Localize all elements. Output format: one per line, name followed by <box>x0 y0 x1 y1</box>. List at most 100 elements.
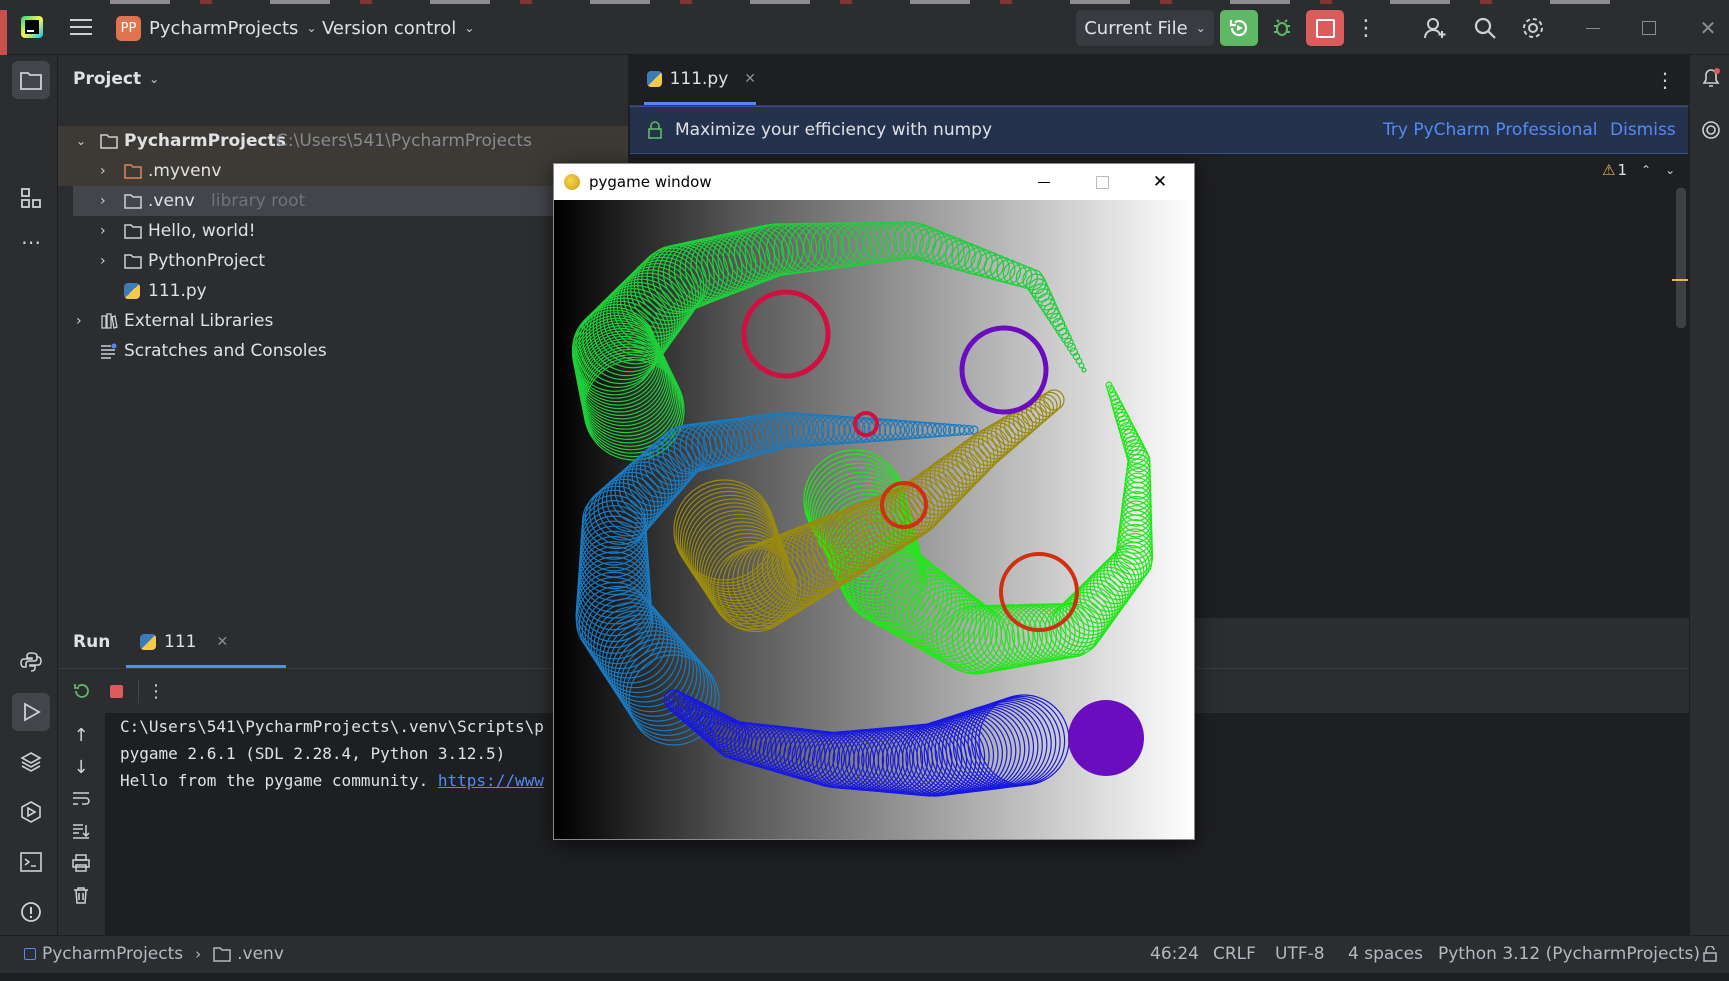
problems-icon[interactable] <box>12 893 50 931</box>
chevron-right-icon[interactable]: › <box>76 313 82 329</box>
stop-button[interactable] <box>1306 10 1344 46</box>
scroll-to-end-icon[interactable] <box>68 818 94 844</box>
unlock-icon[interactable] <box>1700 944 1720 964</box>
project-tool-button[interactable] <box>12 61 50 99</box>
structure-tool-icon[interactable] <box>12 179 50 217</box>
editor-tab-label: 111.py <box>669 68 729 89</box>
services-icon[interactable] <box>12 793 50 831</box>
stop-icon[interactable] <box>104 679 128 703</box>
warning-icon: ⚠ <box>1602 161 1616 179</box>
file-encoding[interactable]: UTF-8 <box>1275 944 1325 964</box>
notifications-icon[interactable] <box>1696 63 1726 93</box>
chevron-right-icon[interactable]: › <box>100 223 106 239</box>
tree-item-myvenv[interactable]: › .myvenv <box>58 156 628 186</box>
close-window-icon[interactable]: ✕ <box>1145 170 1175 194</box>
dismiss-link[interactable]: Dismiss <box>1610 120 1676 140</box>
tree-item-pythonproject[interactable]: › PythonProject <box>58 246 628 276</box>
rerun-icon[interactable] <box>70 679 94 703</box>
python-packages-icon[interactable] <box>12 643 50 681</box>
pygame-snake-icon <box>564 174 580 190</box>
breadcrumb-item[interactable]: PycharmProjects <box>42 944 183 964</box>
breadcrumb-item[interactable]: .venv <box>237 944 284 964</box>
line-separator[interactable]: CRLF <box>1213 944 1256 964</box>
python-file-icon <box>647 70 662 87</box>
maximize-window-icon[interactable] <box>1634 12 1664 44</box>
try-professional-link[interactable]: Try PyCharm Professional <box>1383 120 1598 140</box>
project-panel-header[interactable]: Project ⌄ <box>73 69 159 89</box>
python-interpreter[interactable]: Python 3.12 (PycharmProjects) <box>1438 944 1700 964</box>
pygame-window-title: pygame window <box>589 173 712 191</box>
inspection-widget[interactable]: ⚠ 1 ⌃ ⌄ <box>1602 161 1675 179</box>
console-link[interactable]: https://www <box>438 771 544 790</box>
folder-icon <box>213 947 231 962</box>
caret-position[interactable]: 46:24 <box>1150 944 1199 964</box>
arrow-up-icon[interactable]: ↑ <box>68 722 94 748</box>
pygame-window: pygame window ✕ <box>553 163 1195 840</box>
gear-icon[interactable] <box>1518 12 1548 44</box>
tree-item-hello-world[interactable]: › Hello, world! <box>58 216 628 246</box>
run-side-toolbar: ↑ ↓ <box>58 712 105 935</box>
tree-item-111py[interactable]: 111.py <box>58 276 628 306</box>
maximize-window-icon[interactable] <box>1087 170 1117 194</box>
tree-item-pycharmprojects[interactable]: ⌄ PycharmProjects C:\Users\541\PycharmPr… <box>58 126 628 156</box>
add-user-icon[interactable] <box>1420 12 1450 44</box>
chevron-down-icon[interactable]: ⌄ <box>1665 163 1675 177</box>
tree-item-scratches[interactable]: Scratches and Consoles <box>58 336 628 366</box>
editor-scrollbar[interactable] <box>1676 188 1686 328</box>
rerun-button[interactable] <box>1220 10 1258 46</box>
tree-item-external-libraries[interactable]: › External Libraries <box>58 306 628 336</box>
run-tab-111[interactable]: 111 ✕ <box>126 618 286 668</box>
right-tool-strip <box>1689 55 1729 935</box>
folder-icon <box>124 164 142 179</box>
soft-wrap-icon[interactable] <box>68 786 94 812</box>
chevron-down-icon[interactable]: ⌄ <box>76 134 86 148</box>
more-actions-icon[interactable]: ⋮ <box>1355 12 1377 44</box>
chevron-right-icon[interactable]: › <box>100 253 106 269</box>
warning-marker[interactable] <box>1672 279 1688 281</box>
breadcrumb: PycharmProjects › .venv <box>24 944 284 964</box>
trash-icon[interactable] <box>68 882 94 908</box>
more-actions-icon[interactable]: ⋮ <box>146 677 166 705</box>
ai-assistant-icon[interactable] <box>1696 115 1726 145</box>
layers-icon[interactable] <box>12 743 50 781</box>
arrow-down-icon[interactable]: ↓ <box>68 754 94 780</box>
editor-tab-111py[interactable]: 111.py ✕ <box>644 55 756 105</box>
chevron-right-icon: › <box>195 945 202 963</box>
project-selector[interactable]: PP PycharmProjects ⌄ <box>116 14 317 42</box>
close-window-icon[interactable]: ✕ <box>1693 12 1723 44</box>
tree-item-label: Scratches and Consoles <box>124 341 327 361</box>
run-config-selector[interactable]: Current File ⌄ <box>1076 10 1214 46</box>
print-icon[interactable] <box>68 850 94 876</box>
run-tab-label: 111 <box>164 631 197 652</box>
console-line: pygame 2.6.1 (SDL 2.28.4, Python 3.12.5) <box>120 744 506 763</box>
project-badge: PP <box>116 15 141 41</box>
run-tool-button[interactable] <box>12 693 50 731</box>
debug-icon[interactable] <box>1264 10 1300 46</box>
tree-item-hint: library root <box>211 191 306 211</box>
chevron-right-icon[interactable]: › <box>100 193 106 209</box>
console-line: Hello from the pygame community. https:/… <box>120 771 544 790</box>
tree-item-label: .venv <box>148 191 195 211</box>
chevron-up-icon[interactable]: ⌃ <box>1641 163 1651 177</box>
scratches-icon <box>101 343 117 359</box>
close-tab-icon[interactable]: ✕ <box>216 634 228 650</box>
chevron-right-icon[interactable]: › <box>100 163 106 179</box>
minimize-window-icon[interactable] <box>1578 12 1608 44</box>
tree-item-label: PythonProject <box>148 251 266 271</box>
close-tab-icon[interactable]: ✕ <box>744 71 756 87</box>
numpy-promo-banner: Maximize your efficiency with numpy Try … <box>630 106 1688 154</box>
version-control-menu[interactable]: Version control ⌄ <box>322 14 474 42</box>
browser-tab-strip-remnant <box>0 0 1729 5</box>
indent-setting[interactable]: 4 spaces <box>1348 944 1423 964</box>
python-file-icon <box>140 633 156 650</box>
search-icon[interactable] <box>1470 12 1500 44</box>
more-tools-icon[interactable]: ⋯ <box>12 227 50 257</box>
main-menu-icon[interactable] <box>68 14 94 40</box>
minimize-window-icon[interactable] <box>1029 170 1059 194</box>
tree-item-path: C:\Users\541\PycharmProjects <box>276 131 532 151</box>
terminal-icon[interactable] <box>12 843 50 881</box>
tree-item-label: 111.py <box>148 281 207 301</box>
editor-more-icon[interactable]: ⋮ <box>1655 65 1675 95</box>
tree-item-venv[interactable]: › .venv library root <box>73 186 613 216</box>
pygame-canvas[interactable] <box>554 200 1194 839</box>
